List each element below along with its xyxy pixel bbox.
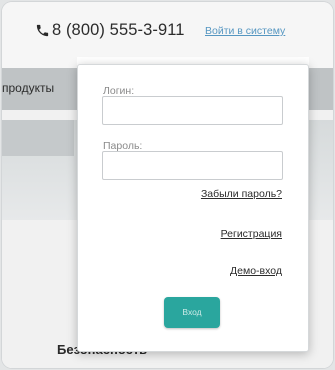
login-input[interactable] bbox=[102, 96, 283, 125]
login-link[interactable]: Войти в систему bbox=[205, 25, 285, 37]
submit-button[interactable]: Вход bbox=[164, 297, 220, 328]
forgot-password-link[interactable]: Забыли пароль? bbox=[201, 188, 282, 200]
nav-item-products[interactable]: продукты bbox=[2, 81, 54, 95]
login-popup: Логин: Пароль: Забыли пароль? Регистраци… bbox=[77, 64, 309, 352]
register-link[interactable]: Регистрация bbox=[221, 228, 282, 240]
password-input[interactable] bbox=[102, 151, 283, 180]
demo-login-link[interactable]: Демо-вход bbox=[230, 265, 282, 277]
phone-icon bbox=[36, 24, 49, 37]
app-window: 8 (800) 555-3-911 Войти в систему продук… bbox=[2, 2, 333, 368]
phone-number: 8 (800) 555-3-911 bbox=[52, 21, 185, 39]
hero-strip bbox=[2, 120, 74, 156]
